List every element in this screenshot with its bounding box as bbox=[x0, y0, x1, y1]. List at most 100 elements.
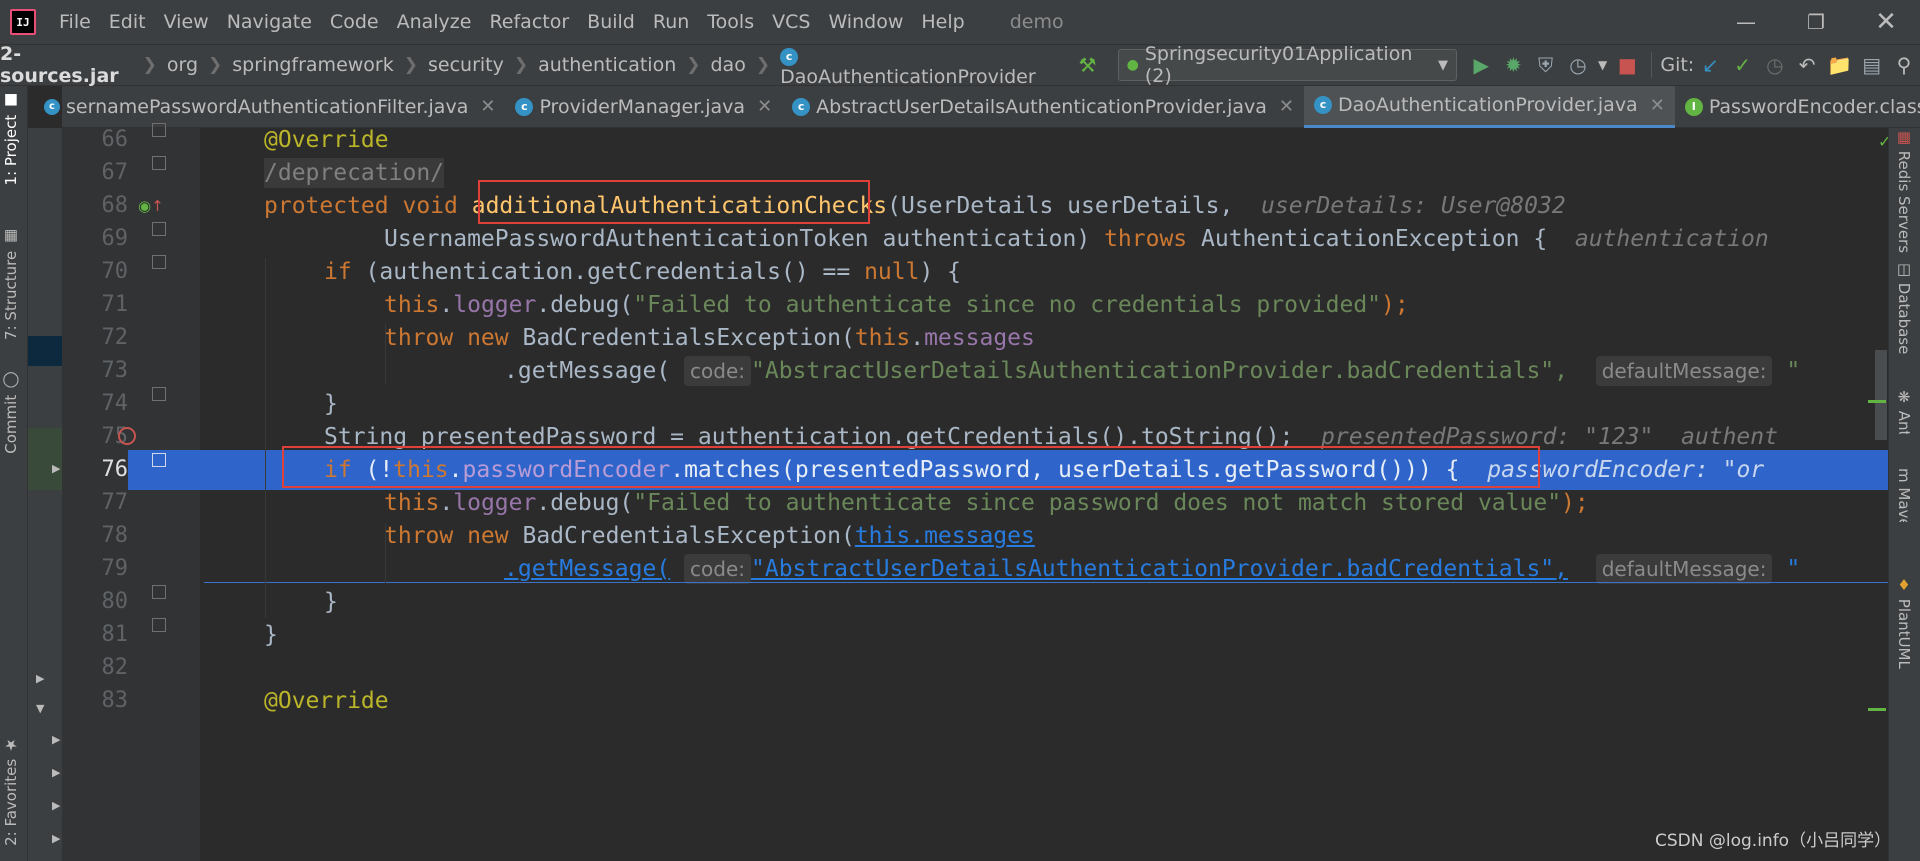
expand-arrow-icon[interactable]: ▶ bbox=[52, 462, 60, 475]
expand-arrow-icon[interactable]: ▶ bbox=[52, 832, 60, 845]
spring-boot-icon: ● bbox=[1126, 57, 1139, 73]
code-text: BadCredentialsException( bbox=[522, 325, 855, 351]
profile-icon[interactable]: ◷ bbox=[1562, 48, 1594, 82]
code-hyperlink[interactable]: this.messages bbox=[855, 523, 1035, 549]
tool-tab-plantuml[interactable]: ♦ PlantUML bbox=[1895, 576, 1913, 669]
collapse-arrow-icon[interactable]: ▼ bbox=[36, 702, 44, 715]
tool-tab-favorites[interactable]: 2: Favorites ★ bbox=[2, 736, 20, 846]
git-commit-icon[interactable]: ✓ bbox=[1726, 48, 1758, 82]
terminal-icon[interactable]: ▤ bbox=[1856, 48, 1888, 82]
build-hammer-icon[interactable]: ⚒ bbox=[1071, 48, 1103, 82]
menu-edit[interactable]: Edit bbox=[100, 11, 155, 33]
fold-marker-icon[interactable] bbox=[152, 453, 166, 467]
fold-marker-icon[interactable] bbox=[152, 156, 166, 170]
expand-arrow-icon[interactable]: ▶ bbox=[52, 766, 60, 779]
minimize-icon[interactable]: — bbox=[1716, 0, 1776, 44]
code-keyword: protected void bbox=[264, 193, 472, 219]
tab-abstract-user-details-provider[interactable]: c AbstractUserDetailsAuthenticationProvi… bbox=[782, 86, 1304, 128]
code-hyperlink[interactable]: " bbox=[1786, 556, 1800, 582]
code-text: .debug( bbox=[536, 490, 634, 516]
project-panel-strip: ▶ ▶ ▼ ▶ ▶ ▶ ▶ bbox=[28, 128, 62, 861]
code-hyperlink[interactable]: .getMessage( bbox=[504, 556, 670, 582]
expand-arrow-icon[interactable]: ▶ bbox=[36, 672, 44, 685]
tool-tab-project[interactable]: 1: Project ■ bbox=[2, 92, 20, 185]
implements-method-icon[interactable]: ◉↑ bbox=[138, 186, 164, 226]
expand-arrow-icon[interactable]: ▶ bbox=[52, 799, 60, 812]
tool-tab-redis-label: Redis Servers bbox=[1895, 150, 1913, 254]
code-hyperlink[interactable]: "AbstractUserDetailsAuthenticationProvid… bbox=[751, 556, 1568, 582]
inspection-ok-icon[interactable]: ✓ bbox=[1878, 132, 1888, 151]
fold-marker-icon[interactable] bbox=[152, 123, 166, 137]
tool-tab-ant-label: Ant bbox=[1895, 410, 1913, 434]
tool-tab-commit[interactable]: Commit ◯ bbox=[2, 372, 20, 454]
close-icon[interactable]: ✕ bbox=[480, 96, 495, 117]
menu-run[interactable]: Run bbox=[644, 11, 698, 33]
tool-tab-database[interactable]: ◫ Database bbox=[1895, 260, 1913, 354]
tab-username-password-filter[interactable]: c sernamePasswordAuthenticationFilter.ja… bbox=[44, 86, 505, 128]
parameter-hint: code: bbox=[684, 356, 752, 386]
tab-provider-manager[interactable]: c ProviderManager.java ✕ bbox=[505, 86, 782, 128]
menu-vcs[interactable]: VCS bbox=[763, 11, 819, 33]
menu-code[interactable]: Code bbox=[321, 11, 388, 33]
breadcrumb-class[interactable]: cDaoAuthenticationProvider bbox=[776, 43, 1049, 88]
stop-icon[interactable]: ■ bbox=[1611, 48, 1643, 82]
project-tree-selection bbox=[28, 336, 62, 366]
history-icon[interactable]: ◷ bbox=[1759, 48, 1791, 82]
menu-analyze[interactable]: Analyze bbox=[388, 11, 481, 33]
breakpoint-icon[interactable] bbox=[118, 427, 136, 445]
code-field: logger bbox=[453, 292, 537, 318]
menu-build[interactable]: Build bbox=[578, 11, 644, 33]
tool-tab-ant[interactable]: ❋ Ant bbox=[1895, 388, 1913, 434]
tab-password-encoder[interactable]: I PasswordEncoder.class ✕ bbox=[1675, 86, 1920, 128]
run-icon[interactable]: ▶ bbox=[1465, 48, 1497, 82]
rollback-icon[interactable]: ↶ bbox=[1791, 48, 1823, 82]
close-window-icon[interactable]: ✕ bbox=[1856, 0, 1916, 44]
fold-marker-icon[interactable] bbox=[152, 387, 166, 401]
fold-marker-icon[interactable] bbox=[152, 255, 166, 269]
breadcrumb-dao[interactable]: dao bbox=[707, 54, 750, 76]
close-icon[interactable]: ✕ bbox=[1650, 95, 1665, 116]
menu-navigate[interactable]: Navigate bbox=[218, 11, 321, 33]
menu-tools[interactable]: Tools bbox=[698, 11, 763, 33]
project-structure-icon[interactable]: 📁 bbox=[1823, 48, 1855, 82]
breadcrumb-security[interactable]: security bbox=[424, 54, 508, 76]
chevron-right-icon: ❯ bbox=[142, 55, 157, 75]
code-text: . bbox=[439, 490, 454, 516]
coverage-icon[interactable]: ⛨ bbox=[1530, 48, 1562, 82]
restore-icon[interactable]: ❐ bbox=[1786, 0, 1846, 44]
chevron-down-icon[interactable]: ▼ bbox=[1594, 48, 1611, 82]
scrollbar-thumb[interactable] bbox=[1875, 350, 1887, 440]
code-keyword: null bbox=[864, 259, 920, 285]
menu-help[interactable]: Help bbox=[912, 11, 973, 33]
breadcrumb-org[interactable]: org bbox=[163, 54, 202, 76]
folded-comment[interactable]: /deprecation/ bbox=[264, 158, 445, 188]
menu-refactor[interactable]: Refactor bbox=[480, 11, 578, 33]
breadcrumb-springframework[interactable]: springframework bbox=[228, 54, 397, 76]
breadcrumb-authentication[interactable]: authentication bbox=[534, 54, 680, 76]
run-configuration-select[interactable]: ● Springsecurity01Application (2) ▼ bbox=[1117, 43, 1457, 87]
menu-file[interactable]: File bbox=[50, 11, 100, 33]
tool-tab-maven[interactable]: m Maven bbox=[1895, 468, 1913, 522]
debug-icon[interactable]: ✹ bbox=[1497, 48, 1529, 82]
close-icon[interactable]: ✕ bbox=[757, 96, 772, 117]
project-tree-changed-rows bbox=[28, 428, 62, 490]
tool-tab-structure[interactable]: 7: Structure ▦ bbox=[2, 228, 20, 340]
git-update-icon[interactable]: ↙ bbox=[1694, 48, 1726, 82]
fold-marker-icon[interactable] bbox=[152, 222, 166, 236]
code-editor[interactable]: @Override /deprecation/ protected void a… bbox=[200, 128, 1888, 861]
tool-tab-redis[interactable]: ▦ Redis Servers bbox=[1895, 128, 1913, 253]
breadcrumb-jar[interactable]: 2-sources.jar bbox=[0, 43, 137, 87]
fold-marker-icon[interactable] bbox=[152, 585, 166, 599]
fold-marker-icon[interactable] bbox=[152, 618, 166, 632]
search-icon[interactable]: ⚲ bbox=[1888, 48, 1920, 82]
tab-dao-authentication-provider[interactable]: c DaoAuthenticationProvider.java ✕ bbox=[1304, 85, 1675, 128]
parameter-hint: defaultMessage: bbox=[1595, 554, 1773, 584]
watermark-text: CSDN @log.info（小吕同学） bbox=[1655, 831, 1892, 851]
editor-tab-bar: c sernamePasswordAuthenticationFilter.ja… bbox=[44, 85, 1920, 128]
code-string: "Failed to authenticate since no credent… bbox=[633, 292, 1382, 318]
expand-arrow-icon[interactable]: ▶ bbox=[52, 733, 60, 746]
close-icon[interactable]: ✕ bbox=[1279, 96, 1294, 117]
menu-window[interactable]: Window bbox=[819, 11, 912, 33]
code-text: (UserDetails userDetails, bbox=[887, 193, 1234, 219]
menu-view[interactable]: View bbox=[155, 11, 218, 33]
